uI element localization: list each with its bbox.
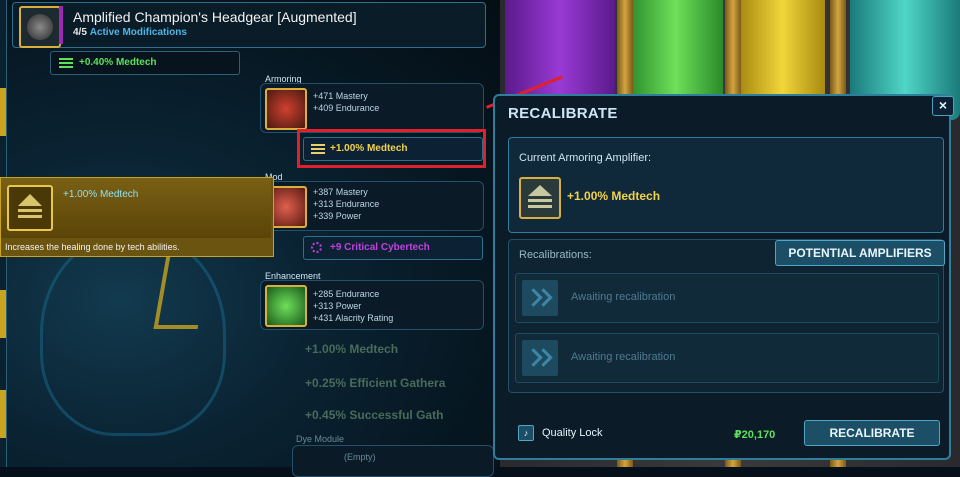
enhancement-slot[interactable]: +285 Endurance +313 Power +431 Alacrity …: [260, 280, 484, 330]
recalibration-slot: Awaiting recalibration: [515, 333, 939, 383]
mod-stat: +339 Power: [313, 211, 362, 221]
cog-icon: [311, 242, 322, 253]
close-button[interactable]: ×: [932, 96, 954, 116]
lock-icon[interactable]: ♪: [518, 425, 534, 441]
augment-amplifier-bar[interactable]: +0.40% Medtech: [50, 51, 240, 75]
recalibrate-panel: RECALIBRATE × Current Armoring Amplifier…: [493, 94, 954, 460]
mods-count: 4/5: [73, 27, 87, 38]
item-mod-status: 4/5 Active Modifications: [73, 27, 187, 38]
amplifier-up-icon: [59, 58, 73, 68]
potential-amplifiers-button[interactable]: POTENTIAL AMPLIFIERS: [775, 240, 945, 266]
enhancement-stat: +285 Endurance: [313, 289, 380, 299]
mod-amplifier[interactable]: +9 Critical Cybertech: [303, 236, 483, 260]
left-tab[interactable]: [0, 88, 6, 136]
quality-lock-label: Quality Lock: [542, 427, 603, 439]
item-rarity-bar: [59, 6, 63, 44]
background-amplifier-row: +0.25% Efficient Gathera: [305, 376, 446, 390]
dye-module-value: (Empty): [344, 452, 376, 462]
enhancement-stat: +313 Power: [313, 301, 362, 311]
panel-title: RECALIBRATE: [508, 105, 618, 122]
armoring-icon[interactable]: [265, 88, 307, 130]
item-header: Amplified Champion's Headgear [Augmented…: [12, 2, 486, 48]
item-icon[interactable]: [19, 6, 61, 48]
item-title: Amplified Champion's Headgear [Augmented…: [73, 9, 357, 25]
chevron-right-icon: [522, 340, 558, 376]
mod-slot[interactable]: +387 Mastery +313 Endurance +339 Power: [260, 181, 484, 231]
amplifier-icon: [7, 185, 53, 231]
tooltip-description: Increases the healing done by tech abili…: [5, 242, 180, 252]
highlight-marker: [297, 129, 486, 168]
recalibrations-box: Recalibrations: POTENTIAL AMPLIFIERS Awa…: [508, 239, 945, 393]
amplifier-tooltip: +1.00% Medtech Increases the healing don…: [0, 177, 274, 257]
armoring-stat: +409 Endurance: [313, 103, 380, 113]
left-tab[interactable]: [0, 290, 6, 338]
dye-module-label: Dye Module: [296, 434, 345, 444]
amplifier-icon: [519, 177, 561, 219]
armoring-slot[interactable]: +471 Mastery +409 Endurance: [260, 83, 484, 133]
background-amplifier-row: +0.45% Successful Gath: [305, 408, 444, 422]
current-amplifier-box: Current Armoring Amplifier: +1.00% Medte…: [508, 137, 944, 233]
mod-amplifier-value: +9 Critical Cybertech: [330, 242, 430, 253]
chevron-right-icon: [522, 280, 558, 316]
recalibrate-cost-value: 20,170: [741, 429, 776, 441]
recalibration-status: Awaiting recalibration: [571, 291, 676, 303]
dye-module-slot[interactable]: [292, 445, 494, 477]
mod-stat: +313 Endurance: [313, 199, 380, 209]
tooltip-title: +1.00% Medtech: [63, 189, 139, 200]
augment-amplifier-value: +0.40% Medtech: [79, 57, 157, 68]
armoring-stat: +471 Mastery: [313, 91, 368, 101]
left-tab[interactable]: [0, 390, 6, 438]
enhancement-stat: +431 Alacrity Rating: [313, 313, 394, 323]
recalibrations-label: Recalibrations:: [519, 249, 592, 261]
recalibrate-cost: ₽20,170: [734, 428, 775, 441]
mods-label: Active Modifications: [89, 27, 187, 38]
panel-footer: ♪ Quality Lock ₽20,170 RECALIBRATE: [508, 418, 942, 448]
mod-stat: +387 Mastery: [313, 187, 368, 197]
recalibrate-button[interactable]: RECALIBRATE: [804, 420, 940, 446]
current-amplifier-value: +1.00% Medtech: [567, 189, 661, 203]
recalibration-slot: Awaiting recalibration: [515, 273, 939, 323]
recalibration-status: Awaiting recalibration: [571, 351, 676, 363]
enhancement-icon[interactable]: [265, 285, 307, 327]
background-amplifier-row: +1.00% Medtech: [305, 342, 399, 356]
credits-icon: ₽: [734, 429, 742, 441]
helmet-icon: [27, 14, 53, 40]
current-amplifier-label: Current Armoring Amplifier:: [519, 152, 652, 164]
